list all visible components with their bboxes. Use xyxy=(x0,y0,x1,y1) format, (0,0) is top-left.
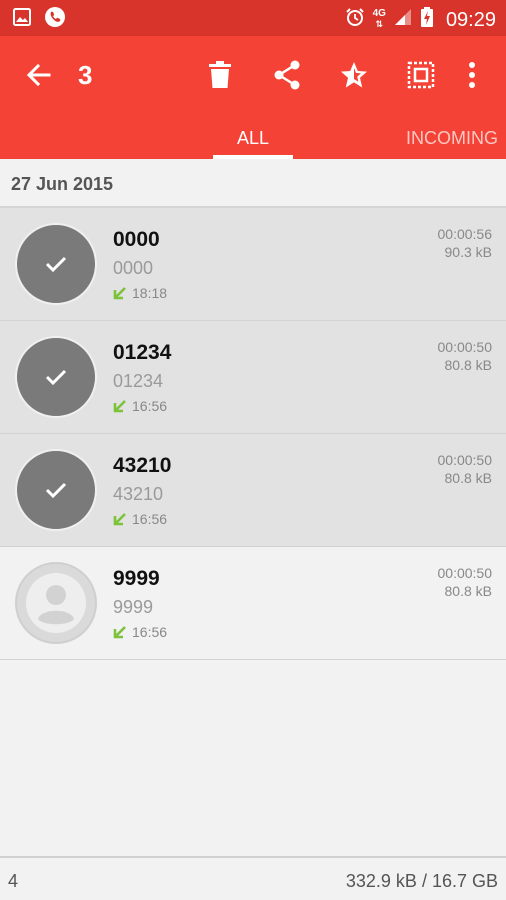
call-icon xyxy=(44,6,66,33)
screen: 4G ⇅ 09:29 3 ALL INCOMING 27 Jun 2015 00… xyxy=(0,0,506,900)
share-button[interactable] xyxy=(253,58,320,92)
select-all-button[interactable] xyxy=(387,58,454,92)
network-indicator: 4G ⇅ xyxy=(372,8,386,30)
person-icon xyxy=(26,573,86,633)
share-icon xyxy=(274,60,299,90)
status-bar: 4G ⇅ 09:29 xyxy=(0,0,506,36)
tab-all[interactable]: ALL xyxy=(213,128,293,149)
duration: 00:00:50 xyxy=(437,339,493,355)
status-left-icons xyxy=(12,6,66,33)
recordings-list: 0000 0000 18:18 00:00:56 90.3 kB 01234 0… xyxy=(0,208,506,660)
selected-count: 3 xyxy=(78,60,93,90)
gallery-icon xyxy=(12,7,32,32)
contact-name: 9999 xyxy=(113,567,160,590)
tab-incoming[interactable]: INCOMING xyxy=(398,128,506,149)
storage-usage: 332.9 kB / 16.7 GB xyxy=(345,871,498,891)
avatar[interactable] xyxy=(15,449,97,531)
recording-count: 4 xyxy=(8,871,19,891)
contact-name: 0000 xyxy=(113,228,160,251)
avatar[interactable] xyxy=(15,223,97,305)
call-time-group: 16:56 xyxy=(113,398,167,414)
file-size: 80.8 kB xyxy=(444,470,492,486)
call-time-group: 18:18 xyxy=(113,285,167,301)
incoming-call-icon xyxy=(113,626,126,639)
duration: 00:00:56 xyxy=(437,226,493,242)
recording-row[interactable]: 0000 0000 18:18 00:00:56 90.3 kB xyxy=(0,208,506,321)
date-label: 27 Jun 2015 xyxy=(11,174,114,194)
call-time: 16:56 xyxy=(132,398,168,414)
call-time-group: 16:56 xyxy=(113,511,167,527)
incoming-call-icon xyxy=(113,287,126,300)
more-options-button[interactable] xyxy=(454,58,490,92)
signal-icon xyxy=(394,8,412,31)
arrow-back-icon xyxy=(26,63,51,87)
action-mode-bar: 3 ALL INCOMING xyxy=(0,36,506,159)
incoming-call-icon xyxy=(113,513,126,526)
network-label: 4G xyxy=(372,8,386,19)
alarm-icon xyxy=(345,7,365,32)
date-section-header: 27 Jun 2015 xyxy=(0,159,506,209)
action-buttons xyxy=(186,58,490,92)
phone-number: 0000 xyxy=(113,258,154,278)
status-right-icons: 4G ⇅ 09:29 xyxy=(345,6,496,33)
more-vert-icon xyxy=(469,62,475,88)
duration: 00:00:50 xyxy=(437,565,493,581)
call-time: 18:18 xyxy=(132,285,168,301)
checkmark-icon xyxy=(45,369,67,386)
delete-icon xyxy=(208,61,231,88)
battery-charging-icon xyxy=(420,6,434,33)
footer-bar: 4 332.9 kB / 16.7 GB xyxy=(0,856,506,900)
favorite-icon xyxy=(340,62,367,88)
call-time: 16:56 xyxy=(132,624,168,640)
recording-row[interactable]: 43210 43210 16:56 00:00:50 80.8 kB xyxy=(0,434,506,547)
status-time: 09:29 xyxy=(445,8,496,31)
checkmark-icon xyxy=(45,482,67,499)
contact-name: 43210 xyxy=(113,454,172,477)
checkmark-icon xyxy=(45,256,67,273)
phone-number: 9999 xyxy=(113,597,154,617)
tab-bar: ALL INCOMING xyxy=(0,122,506,159)
phone-number: 43210 xyxy=(113,484,164,504)
incoming-call-icon xyxy=(113,400,126,413)
call-time: 16:56 xyxy=(132,511,168,527)
recording-row[interactable]: 9999 9999 16:56 00:00:50 80.8 kB xyxy=(0,547,506,660)
favorite-button[interactable] xyxy=(320,58,387,92)
duration: 00:00:50 xyxy=(437,452,493,468)
avatar[interactable] xyxy=(15,562,97,644)
delete-button[interactable] xyxy=(186,58,253,92)
back-button[interactable] xyxy=(22,58,56,92)
file-size: 80.8 kB xyxy=(444,583,492,599)
select-all-icon xyxy=(407,61,434,89)
phone-number: 01234 xyxy=(113,371,164,391)
contact-name: 01234 xyxy=(113,341,172,364)
file-size: 80.8 kB xyxy=(444,357,492,373)
call-time-group: 16:56 xyxy=(113,624,167,640)
avatar[interactable] xyxy=(15,336,97,418)
recording-row[interactable]: 01234 01234 16:56 00:00:50 80.8 kB xyxy=(0,321,506,434)
file-size: 90.3 kB xyxy=(444,244,492,260)
